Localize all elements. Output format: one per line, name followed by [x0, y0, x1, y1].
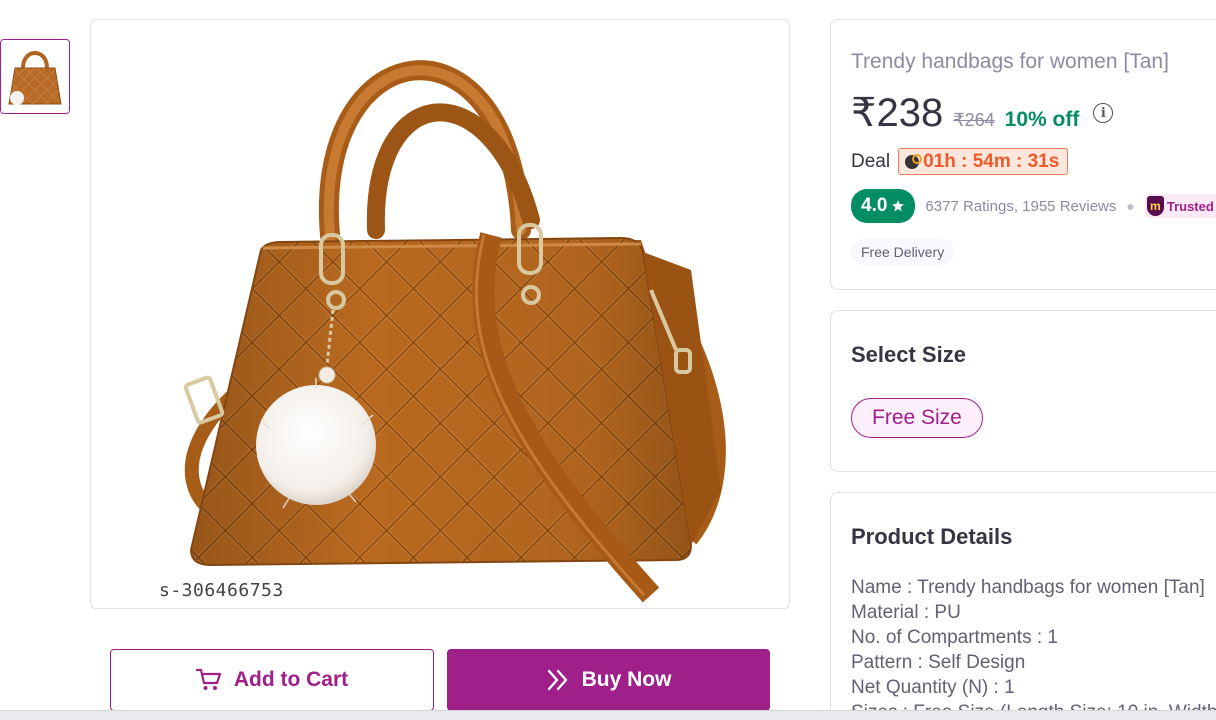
product-info-card: Trendy handbags for women [Tan] ₹238 ₹26…: [830, 19, 1216, 290]
deal-label: Deal: [851, 150, 891, 172]
size-option-free-size[interactable]: Free Size: [851, 398, 983, 438]
discount-label: 10% off: [1004, 108, 1080, 131]
meesho-shield-icon: m: [1146, 196, 1164, 216]
rating-badge[interactable]: 4.0: [851, 189, 916, 223]
timer-clock-icon: [905, 153, 923, 169]
product-details-title: Product Details: [851, 524, 1013, 549]
info-icon[interactable]: i: [1093, 103, 1114, 123]
product-title: Trendy handbags for women [Tan]: [851, 50, 1169, 73]
trusted-badge: m Trusted: [1144, 194, 1216, 218]
double-chevron-right-icon: [547, 669, 567, 691]
price-row: ₹238 ₹264 10% off i: [851, 90, 1114, 136]
select-size-title: Select Size: [851, 342, 966, 367]
buy-now-label: Buy Now: [581, 668, 672, 691]
ratings-reviews-count[interactable]: 6377 Ratings, 1955 Reviews: [925, 198, 1116, 215]
cart-icon: [195, 668, 221, 690]
add-to-cart-label: Add to Cart: [233, 668, 349, 691]
detail-line: Net Quantity (N) : 1: [851, 677, 1015, 698]
detail-line: Name : Trendy handbags for women [Tan]: [851, 577, 1205, 598]
product-details-list: Name : Trendy handbags for women [Tan] M…: [851, 575, 1216, 720]
separator-dot: ●: [1126, 198, 1135, 214]
detail-line: Material : PU: [851, 602, 961, 623]
detail-line: No. of Compartments : 1: [851, 627, 1058, 648]
deal-row: Deal 01h : 54m : 31s: [851, 148, 1069, 175]
free-delivery-badge: Free Delivery: [851, 238, 955, 266]
handbag-illustration: [183, 60, 726, 603]
detail-line: Pattern : Self Design: [851, 652, 1026, 673]
sku-watermark: s-306466753: [159, 580, 284, 601]
product-details-card: Product Details Name : Trendy handbags f…: [830, 492, 1216, 720]
buy-now-button[interactable]: Buy Now: [447, 649, 770, 711]
handbag-thumbnail-illustration: [1, 40, 69, 113]
bottom-bar: [0, 710, 1216, 720]
main-product-image[interactable]: s-306466753: [90, 19, 790, 609]
star-icon: [892, 200, 905, 212]
original-price: ₹264: [953, 110, 995, 130]
deal-timer-text: 01h : 54m : 31s: [923, 150, 1060, 172]
select-size-card: Select Size Free Size: [830, 310, 1216, 472]
selling-price: ₹238: [851, 91, 944, 135]
rating-value: 4.0: [861, 195, 888, 216]
thumbnail-image[interactable]: [0, 39, 70, 114]
trusted-label: Trusted: [1166, 198, 1214, 214]
add-to-cart-button[interactable]: Add to Cart: [110, 649, 434, 711]
deal-timer-badge: 01h : 54m : 31s: [898, 148, 1069, 175]
rating-row: 4.0 6377 Ratings, 1955 Reviews ● m Trust…: [851, 189, 1216, 223]
